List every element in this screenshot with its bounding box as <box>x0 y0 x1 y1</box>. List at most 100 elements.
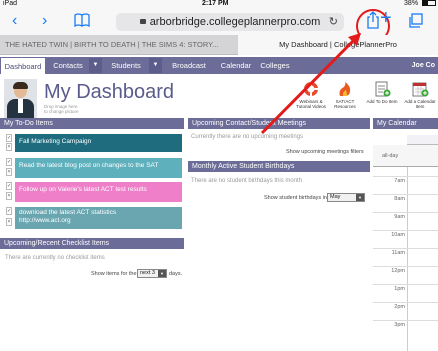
browser-tab-strip: THE HATED TWIN | BIRTH TO DEATH | THE SI… <box>0 35 438 55</box>
allday-row[interactable]: all-day <box>373 145 438 167</box>
add-todo-button[interactable]: Add To Do Item <box>364 81 400 104</box>
avatar-caption: Drop image here to change picture <box>44 104 79 114</box>
meetings-empty-text: Currently there are no upcoming meetings <box>191 134 304 140</box>
sat-act-button[interactable]: SAT/ACT Resources <box>327 81 363 109</box>
hour-label: 10am <box>391 232 405 238</box>
todo-item-text: download the latest ACT statistics <box>19 209 117 216</box>
todo-item-text: Read the latest blog post on changes to … <box>19 162 159 169</box>
site-nav: Dashboard Contacts ▼ Students ▼ Broadcas… <box>0 57 438 74</box>
checklist-days-select[interactable]: next 3 ▼ <box>137 269 167 278</box>
birthdays-show-label: Show student birthdays in: <box>264 195 329 201</box>
nav-calendar[interactable]: Calendar <box>216 57 256 74</box>
hour-label: 3pm <box>394 322 405 328</box>
todo-item-bar[interactable]: Fall Marketing Campaign <box>15 134 182 152</box>
address-bar[interactable]: arborbridge.collegeplannerpro.com ↻ <box>116 13 344 31</box>
meetings-filters-link[interactable]: Show upcoming meetings filters <box>286 149 364 155</box>
hour-label: 1pm <box>394 286 405 292</box>
students-dropdown-icon[interactable]: ▼ <box>149 58 162 73</box>
new-tab-icon[interactable]: + <box>380 8 392 28</box>
todo-item-bar[interactable]: Follow up on Valerie's latest ACT test r… <box>15 182 182 202</box>
hour-row[interactable]: 12pm <box>373 266 438 284</box>
birthday-month-value: May <box>330 194 341 200</box>
checklist-show-prefix: Show items for the <box>91 271 137 277</box>
todo-panel-header: My To-Do Items <box>0 118 184 129</box>
url-text: arborbridge.collegeplannerpro.com <box>149 16 321 28</box>
clock: 2:17 PM <box>202 0 229 7</box>
tab-title: THE HATED TWIN | BIRTH TO DEATH | THE SI… <box>5 40 219 49</box>
bookmarks-icon[interactable] <box>74 13 90 32</box>
checkbox-icon[interactable]: ✓ <box>6 158 12 166</box>
hour-row[interactable]: 2pm <box>373 302 438 320</box>
tabs-overview-icon[interactable] <box>408 13 424 34</box>
browser-tab-dashboard[interactable]: My Dashboard | CollegePlannerPro <box>238 35 438 55</box>
nav-colleges[interactable]: Colleges <box>257 57 293 74</box>
delete-icon[interactable]: × <box>6 192 12 200</box>
hour-row[interactable]: 11am <box>373 248 438 266</box>
hour-row[interactable]: 8am <box>373 194 438 212</box>
delete-icon[interactable]: × <box>6 168 12 176</box>
checklist-days-value: next 3 <box>140 270 155 276</box>
birthday-month-select[interactable]: May ▼ <box>327 193 365 202</box>
forward-arrow-icon[interactable]: › <box>42 12 47 30</box>
back-arrow-icon[interactable]: ‹ <box>12 12 17 30</box>
chevron-down-icon: ▼ <box>356 194 364 201</box>
todo-item[interactable]: ✓ × Fall Marketing Campaign <box>6 134 182 152</box>
add-calendar-icon <box>411 81 429 97</box>
webinars-button[interactable]: Webinars & Tutorial Videos <box>293 81 329 109</box>
hour-row[interactable]: 1pm <box>373 284 438 302</box>
nav-broadcast[interactable]: Broadcast <box>164 57 214 74</box>
sat-act-label: SAT/ACT Resources <box>334 99 356 109</box>
hour-row[interactable]: 3pm <box>373 320 438 338</box>
calendar-day-header <box>407 135 438 145</box>
ios-status-bar: iPad 2:17 PM 38% <box>0 0 438 9</box>
battery-percent: 38% <box>404 0 419 7</box>
nav-students[interactable]: Students <box>104 57 148 74</box>
hour-row[interactable]: 10am <box>373 230 438 248</box>
checklist-empty-text: There are currently no checklist items <box>5 255 105 261</box>
todo-item[interactable]: ✓ × Follow up on Valerie's latest ACT te… <box>6 182 182 202</box>
calendar-panel-header: My Calendar <box>373 118 438 129</box>
todo-item[interactable]: ✓ × Read the latest blog post on changes… <box>6 158 182 178</box>
birthdays-panel-header: Monthly Active Student Birthdays <box>188 161 370 172</box>
todo-item-bar[interactable]: download the latest ACT statistics http:… <box>15 207 182 229</box>
page-title: My Dashboard <box>44 81 175 103</box>
todo-item-link[interactable]: http://www.act.org <box>19 217 178 225</box>
battery-status: 38% <box>404 0 436 7</box>
delete-icon[interactable]: × <box>6 218 12 226</box>
reload-icon[interactable]: ↻ <box>329 13 338 31</box>
avatar-shirt <box>18 99 23 113</box>
hour-label: 7am <box>394 178 405 184</box>
checkbox-icon[interactable]: ✓ <box>6 134 12 142</box>
carrier-label: iPad <box>3 0 18 7</box>
add-todo-icon <box>373 81 391 97</box>
contacts-dropdown-icon[interactable]: ▼ <box>89 58 102 73</box>
todo-item-bar[interactable]: Read the latest blog post on changes to … <box>15 158 182 178</box>
meetings-panel-header: Upcoming Contact/Student Meetings <box>188 118 370 129</box>
user-menu[interactable]: Joe Co <box>412 57 435 74</box>
chevron-down-icon: ▼ <box>158 270 166 277</box>
todo-item-text: Fall Marketing Campaign <box>19 138 92 145</box>
avatar-caption-line-2: to change picture <box>44 109 79 114</box>
hour-label: 12pm <box>391 268 405 274</box>
todo-item-text: Follow up on Valerie's latest ACT test r… <box>19 186 147 193</box>
hour-label: 9am <box>394 214 405 220</box>
browser-tab-sims[interactable]: THE HATED TWIN | BIRTH TO DEATH | THE SI… <box>0 35 238 55</box>
checklist-show-suffix: days. <box>169 271 183 277</box>
nav-contacts[interactable]: Contacts <box>48 57 88 74</box>
hour-label: 11am <box>391 250 405 256</box>
add-todo-label: Add To Do Item <box>366 99 398 104</box>
checkbox-icon[interactable]: ✓ <box>6 182 12 190</box>
flame-icon <box>336 81 354 97</box>
nav-dashboard[interactable]: Dashboard <box>1 58 45 74</box>
hour-row[interactable]: 7am <box>373 176 438 194</box>
delete-icon[interactable]: × <box>6 143 12 151</box>
day-calendar[interactable]: all-day 7am 8am 9am 10am 11am 12pm 1pm 2… <box>373 131 438 351</box>
hour-row[interactable]: 9am <box>373 212 438 230</box>
todo-item[interactable]: ✓ × download the latest ACT statistics h… <box>6 207 182 229</box>
add-calendar-button[interactable]: Add a Calendar Item <box>402 81 438 109</box>
checkbox-icon[interactable]: ✓ <box>6 207 12 215</box>
webinars-label: Webinars & Tutorial Videos <box>296 99 326 109</box>
birthdays-empty-text: There are no student birthdays this mont… <box>191 178 303 184</box>
avatar[interactable] <box>4 79 37 119</box>
add-calendar-label: Add a Calendar Item <box>404 99 436 109</box>
